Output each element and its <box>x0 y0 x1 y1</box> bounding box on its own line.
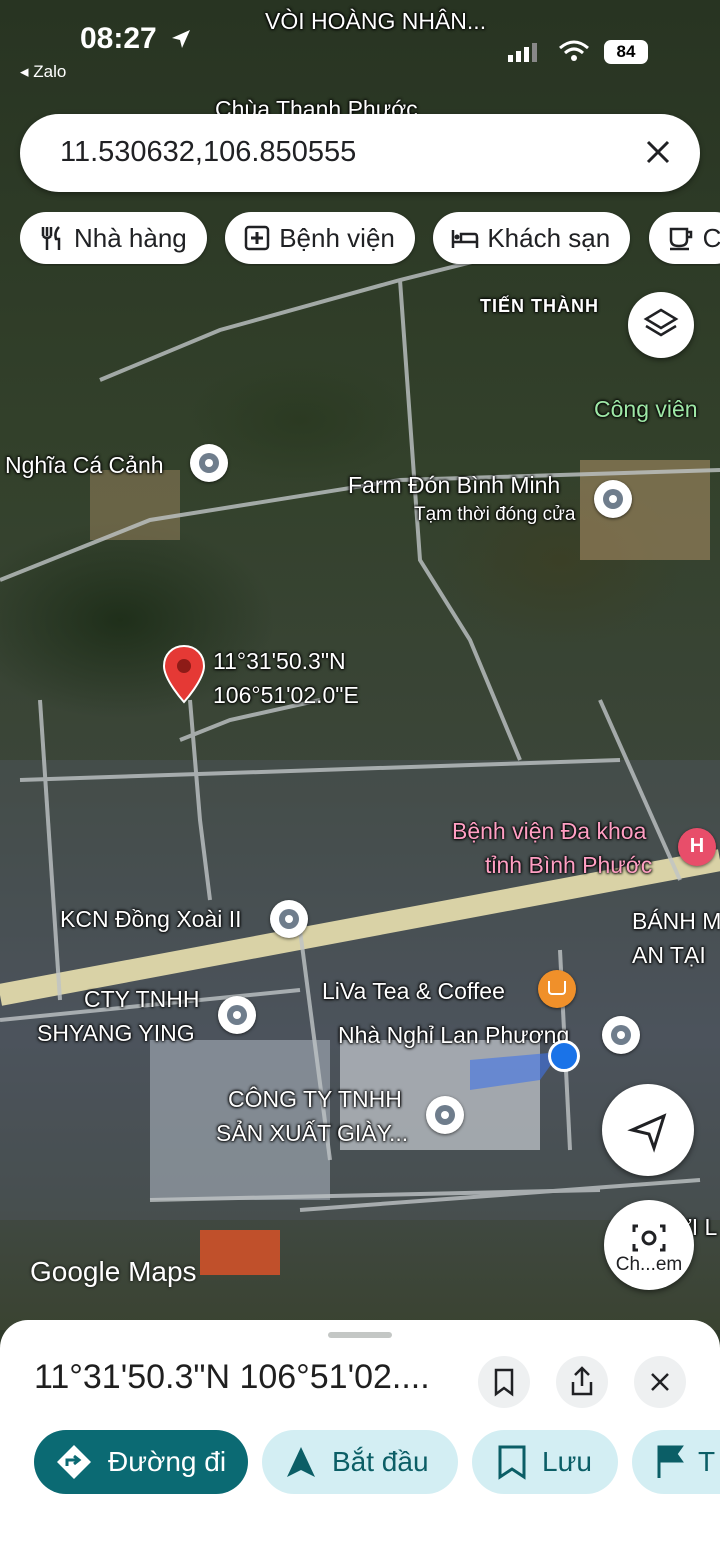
back-app-label: Zalo <box>33 62 67 81</box>
my-location-dot <box>548 1040 580 1072</box>
place-label[interactable]: AN TẠI <box>632 942 706 969</box>
directions-icon <box>57 1445 91 1479</box>
google-maps-attribution: Google Maps <box>30 1256 197 1287</box>
chip-restaurants[interactable]: Nhà hàng <box>20 212 207 264</box>
back-to-app[interactable]: ◂ Zalo <box>20 62 66 82</box>
place-label[interactable]: BÁNH M <box>632 908 720 935</box>
bed-icon <box>452 230 479 248</box>
directions-button[interactable]: Đường đi <box>34 1430 248 1494</box>
place-label[interactable]: CÔNG TY TNHH <box>228 1086 402 1113</box>
category-chips: Nhà hàng Bệnh viện Khách sạn C <box>20 212 720 266</box>
place-pin-icon[interactable] <box>270 900 308 938</box>
chip-label: C <box>702 222 720 253</box>
share-button[interactable] <box>556 1356 608 1408</box>
place-pin-icon[interactable] <box>218 996 256 1034</box>
hospital-plus-icon <box>244 225 270 251</box>
area-label: TIẾN THÀNH <box>480 296 599 316</box>
close-icon[interactable] <box>640 134 676 170</box>
camera-scan-icon <box>632 1224 666 1252</box>
place-label[interactable]: Công viên <box>594 396 698 423</box>
label-button[interactable]: T <box>632 1430 720 1494</box>
start-label: Bắt đầu <box>332 1446 429 1477</box>
place-title: 11°31'50.3"N 106°51'02.... <box>34 1358 430 1396</box>
wifi-icon <box>559 40 589 61</box>
pin-longitude: 106°51'02.0"E <box>213 682 359 708</box>
dropped-pin-icon[interactable] <box>162 644 206 704</box>
status-time: 08:27 <box>80 22 157 55</box>
close-icon <box>651 1373 669 1391</box>
save-bookmark-button[interactable] <box>478 1356 530 1408</box>
chip-label: Khách sạn <box>487 222 611 253</box>
place-pin-icon[interactable] <box>190 444 228 482</box>
location-arrow-icon <box>172 30 190 48</box>
chip-label: Bệnh viện <box>279 222 395 253</box>
my-location-button[interactable] <box>602 1084 694 1176</box>
place-label[interactable]: CTY TNHH <box>84 986 199 1013</box>
share-icon <box>571 1366 593 1396</box>
hospital-pin-icon[interactable]: H <box>678 828 716 866</box>
place-pin-icon[interactable] <box>426 1096 464 1134</box>
search-bar[interactable]: 11.530632,106.850555 <box>20 114 700 192</box>
layers-icon <box>643 308 679 337</box>
place-label[interactable]: Farm Đón Bình Minh <box>348 472 560 499</box>
save-button[interactable]: Lưu <box>472 1430 618 1494</box>
flag-icon <box>657 1445 684 1478</box>
place-sheet: 11°31'50.3"N 106°51'02.... Đường đi Bắt … <box>0 1320 720 1564</box>
cafe-pin-icon[interactable] <box>594 480 632 518</box>
place-label[interactable]: Bệnh viện Đa khoa <box>452 818 646 845</box>
start-button[interactable]: Bắt đầu <box>262 1430 458 1494</box>
place-status: Tạm thời đóng cửa <box>414 504 576 525</box>
camera-label: Ch...em <box>615 1254 683 1275</box>
coffee-cup-icon <box>669 227 692 251</box>
camera-search-button[interactable]: Ch...em <box>604 1200 694 1290</box>
place-label[interactable]: SẢN XUẤT GIÀY... <box>216 1120 408 1147</box>
navigation-arrow-icon <box>287 1447 315 1477</box>
battery-indicator: 84 <box>604 40 648 64</box>
pin-latitude: 11°31'50.3"N <box>213 648 346 674</box>
bookmark-icon <box>494 1368 514 1397</box>
chip-hospitals[interactable]: Bệnh viện <box>225 212 415 264</box>
place-label[interactable]: SHYANG YING <box>37 1020 195 1047</box>
label-label: T <box>698 1446 716 1477</box>
place-label[interactable]: Nghĩa Cá Cảnh <box>5 452 164 479</box>
place-label[interactable]: tỉnh Bình Phước <box>485 852 652 879</box>
save-label: Lưu <box>542 1446 592 1477</box>
chip-coffee[interactable]: C <box>648 212 720 264</box>
layers-button[interactable] <box>628 292 694 358</box>
chip-hotels[interactable]: Khách sạn <box>433 212 631 264</box>
fork-knife-icon <box>41 226 61 250</box>
sheet-drag-handle[interactable] <box>328 1332 392 1338</box>
status-bar: 08:27 ◂ Zalo 84 <box>0 0 720 90</box>
place-label[interactable]: LiVa Tea & Coffee <box>322 978 505 1005</box>
place-label[interactable]: KCN Đồng Xoài II <box>60 906 242 933</box>
directions-label: Đường đi <box>108 1446 227 1477</box>
place-pin-icon[interactable] <box>602 1016 640 1054</box>
navigation-arrow-icon <box>627 1113 667 1153</box>
place-label[interactable]: Nhà Nghỉ Lan Phương <box>338 1022 569 1049</box>
chip-label: Nhà hàng <box>74 222 187 253</box>
search-query[interactable]: 11.530632,106.850555 <box>60 136 356 169</box>
signal-icon <box>508 43 537 62</box>
bookmark-icon <box>498 1445 526 1480</box>
cafe-pin-icon[interactable] <box>538 970 576 1008</box>
close-sheet-button[interactable] <box>634 1356 686 1408</box>
